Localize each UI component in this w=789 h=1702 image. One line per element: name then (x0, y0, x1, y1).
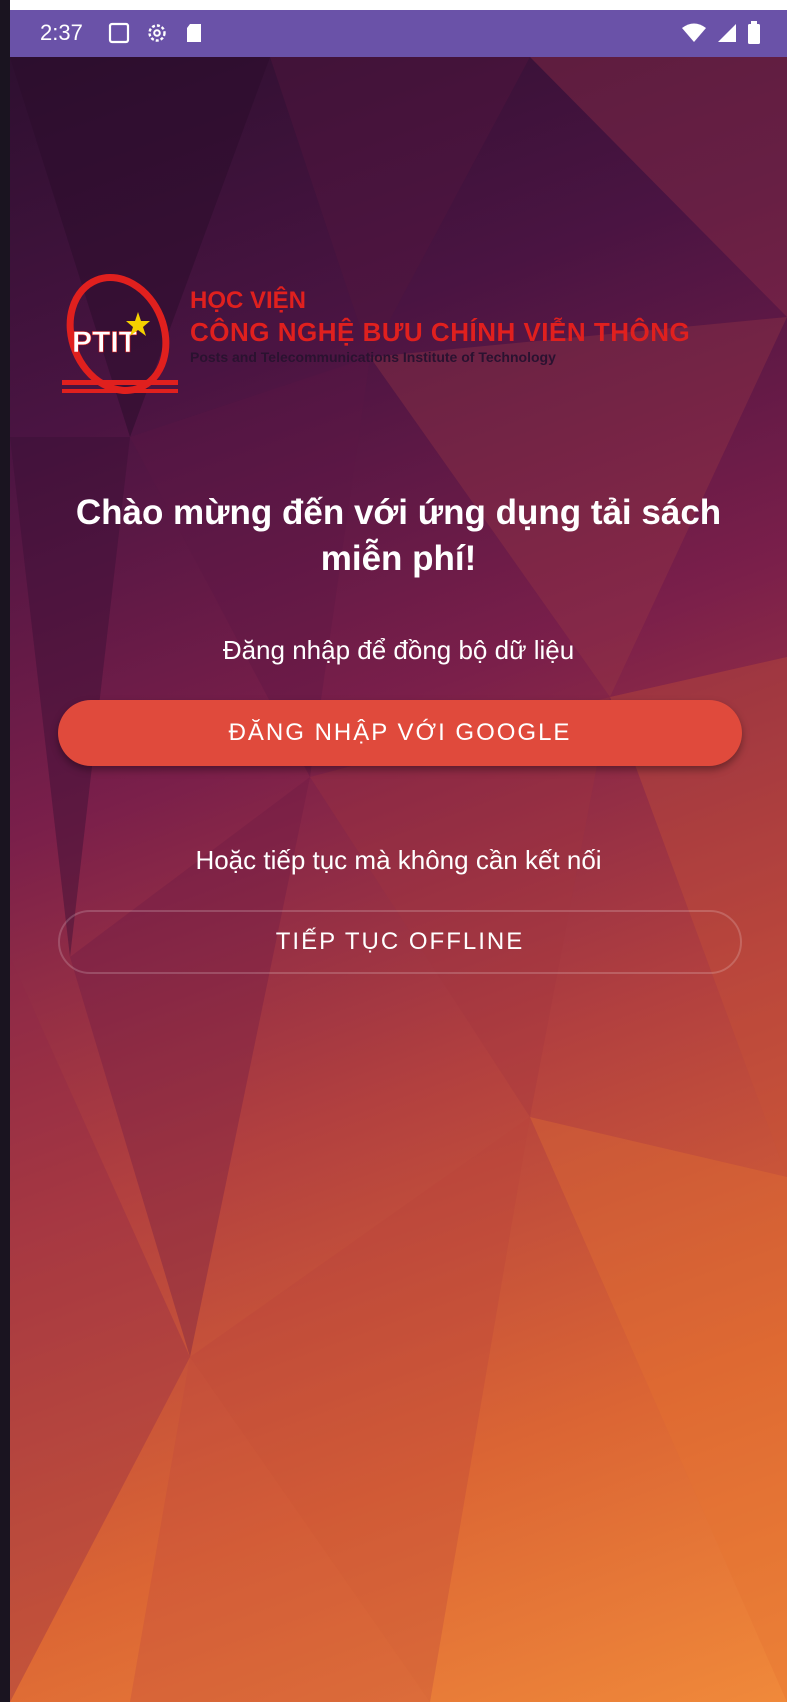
google-login-button[interactable]: ĐĂNG NHẬP VỚI GOOGLE (58, 700, 742, 766)
continue-offline-button[interactable]: TIẾP TỤC OFFLINE (58, 910, 742, 974)
logo-line-3: Posts and Telecommunications Institute o… (190, 349, 556, 365)
login-screen: 2:37 PTIT HỌC VIỆN CÔNG NGHỆ BƯU CHÍNH V… (10, 10, 787, 1702)
offline-prompt: Hoặc tiếp tục mà không cần kết nối (195, 845, 602, 875)
logo-text: HỌC VIỆN CÔNG NGHỆ BƯU CHÍNH VIỄN THÔNG … (190, 286, 690, 366)
device-frame: 2:37 PTIT HỌC VIỆN CÔNG NGHỆ BƯU CHÍNH V… (0, 0, 789, 1702)
window-edge (0, 0, 10, 1702)
ptit-logo: PTIT HỌC VIỆN CÔNG NGHỆ BƯU CHÍNH VIỄN T… (60, 260, 740, 430)
welcome-title: Chào mừng đến với ứng dụng tải sách miễn… (75, 493, 722, 578)
battery-icon (748, 21, 760, 44)
logo-line-1: HỌC VIỆN (190, 287, 307, 314)
status-time: 2:37 (40, 20, 83, 45)
status-bar: 2:37 (10, 10, 787, 57)
wifi-icon (682, 23, 706, 42)
settings-icon (148, 24, 166, 42)
logo-mark-text: PTIT (72, 326, 137, 359)
screenshot-icon (108, 22, 130, 44)
signal-icon (718, 24, 736, 42)
status-icons-left (108, 22, 204, 44)
status-icons-right (681, 21, 761, 45)
login-prompt: Đăng nhập để đồng bộ dữ liệu (222, 635, 575, 665)
logo-line-2: CÔNG NGHỆ BƯU CHÍNH VIỄN THÔNG (190, 317, 691, 347)
ptit-logo-mark: PTIT (62, 274, 178, 394)
sd-card-icon (187, 24, 201, 42)
